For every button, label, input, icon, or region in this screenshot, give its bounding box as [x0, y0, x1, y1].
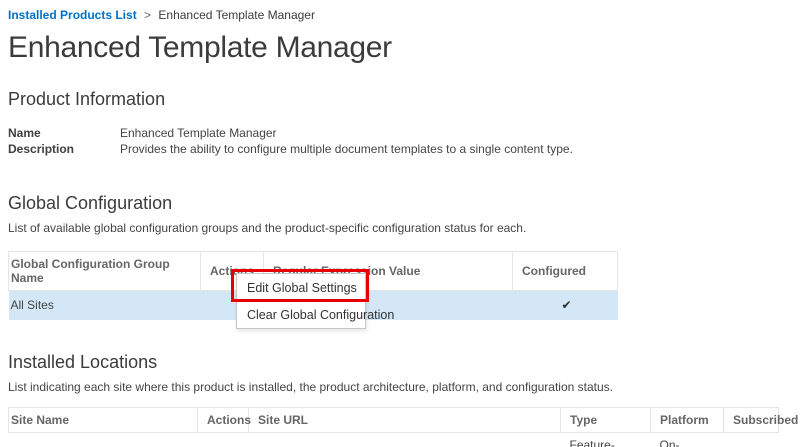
cell-type: Feature-activated	[561, 432, 651, 447]
field-value-name: Enhanced Template Manager	[120, 125, 277, 141]
cell-site-name: Governance Hub	[9, 432, 198, 447]
section-heading-global-configuration: Global Configuration	[8, 193, 792, 214]
section-heading-installed-locations: Installed Locations	[8, 352, 792, 373]
page: Installed Products List > Enhanced Templ…	[0, 0, 800, 447]
field-value-description: Provides the ability to configure multip…	[120, 141, 573, 157]
breadcrumb: Installed Products List > Enhanced Templ…	[8, 8, 792, 22]
column-header-group-name: Global Configuration Group Name	[9, 252, 201, 291]
field-label-name: Name	[8, 125, 120, 141]
subscribed-check-icon: ✔	[724, 432, 779, 447]
field-row-name: Name Enhanced Template Manager	[8, 125, 792, 141]
cell-site-url: http://govhub.latham.com	[249, 432, 561, 447]
installed-locations-table: Site Name Actions Site URL Type Platform…	[8, 407, 779, 447]
column-header-site-url: Site URL	[249, 407, 561, 432]
breadcrumb-link-installed-products[interactable]: Installed Products List	[8, 8, 137, 22]
cell-group-name: All Sites	[9, 291, 201, 320]
actions-ellipsis-button[interactable]: ···	[198, 432, 249, 447]
column-header-site-actions: Actions	[198, 407, 249, 432]
context-menu: Edit Global Settings Clear Global Config…	[236, 273, 366, 329]
column-header-type: Type	[561, 407, 651, 432]
table-row-governance-hub: Governance Hub ··· http://govhub.latham.…	[9, 432, 779, 447]
configured-check-icon: ✔	[513, 291, 618, 320]
page-title: Enhanced Template Manager	[8, 31, 792, 65]
column-header-subscribed: Subscribed	[724, 407, 779, 432]
column-header-site-name: Site Name	[9, 407, 198, 432]
global-configuration-description: List of available global configuration g…	[8, 221, 792, 235]
section-heading-product-information: Product Information	[8, 89, 792, 110]
column-header-platform: Platform	[651, 407, 724, 432]
product-information-fields: Name Enhanced Template Manager Descripti…	[8, 125, 792, 157]
menu-item-clear-global-configuration[interactable]: Clear Global Configuration	[237, 301, 365, 328]
field-row-description: Description Provides the ability to conf…	[8, 141, 792, 157]
breadcrumb-current: Enhanced Template Manager	[158, 8, 315, 22]
column-header-configured: Configured	[513, 252, 618, 291]
field-label-description: Description	[8, 141, 120, 157]
menu-item-edit-global-settings[interactable]: Edit Global Settings	[237, 274, 365, 301]
cell-platform: On-premises	[651, 432, 724, 447]
installed-locations-header-row: Site Name Actions Site URL Type Platform…	[9, 407, 779, 432]
installed-locations-description: List indicating each site where this pro…	[8, 380, 792, 394]
breadcrumb-separator: >	[144, 8, 151, 22]
